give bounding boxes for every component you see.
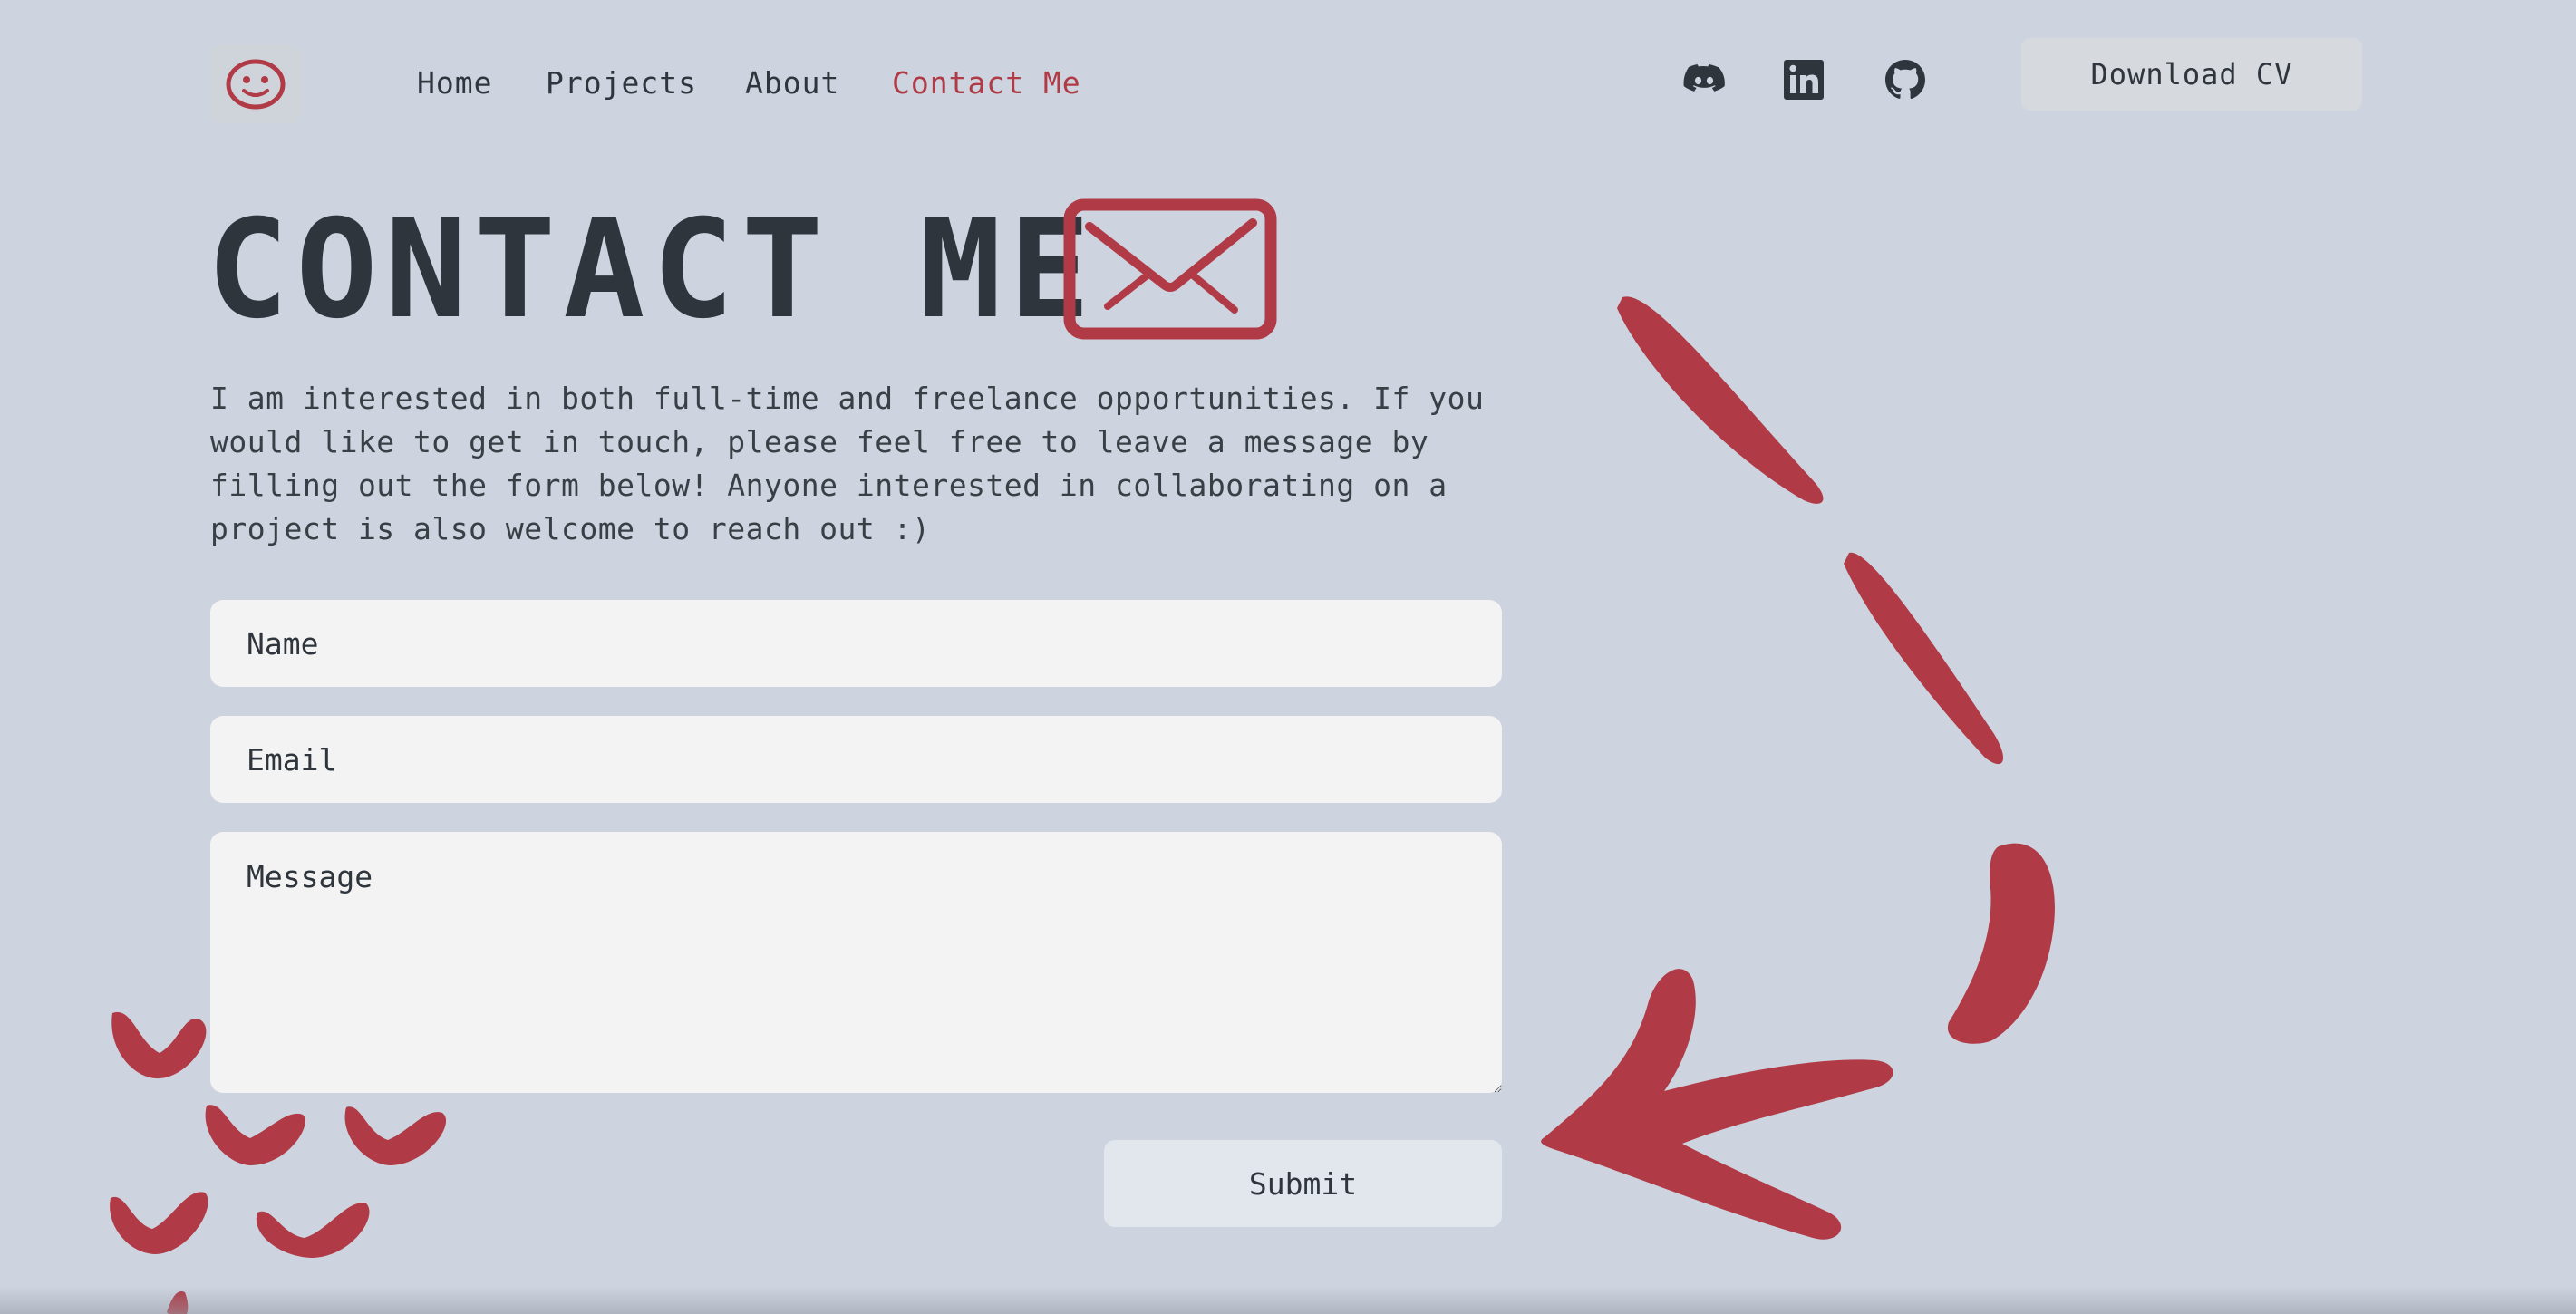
nav-link-projects[interactable]: Projects (546, 63, 697, 103)
smiley-logo-icon (226, 59, 286, 110)
nav-link-home[interactable]: Home (417, 63, 492, 103)
submit-button[interactable]: Submit (1104, 1140, 1502, 1227)
nav-link-contact[interactable]: Contact Me (892, 63, 1081, 103)
github-icon[interactable] (1884, 58, 1927, 101)
logo[interactable] (210, 45, 301, 123)
page-title: CONTACT ME (207, 191, 1099, 349)
envelope-icon (1063, 198, 1277, 340)
intro-text: I am interested in both full-time and fr… (210, 381, 1485, 546)
nav-link-about[interactable]: About (745, 63, 839, 103)
discord-icon[interactable] (1682, 58, 1726, 101)
name-input[interactable] (210, 600, 1502, 687)
message-textarea[interactable] (210, 832, 1502, 1093)
download-cv-button[interactable]: Download CV (2021, 38, 2362, 111)
linkedin-icon[interactable] (1782, 58, 1825, 101)
footer-shadow (0, 1287, 2576, 1314)
email-input[interactable] (210, 716, 1502, 803)
